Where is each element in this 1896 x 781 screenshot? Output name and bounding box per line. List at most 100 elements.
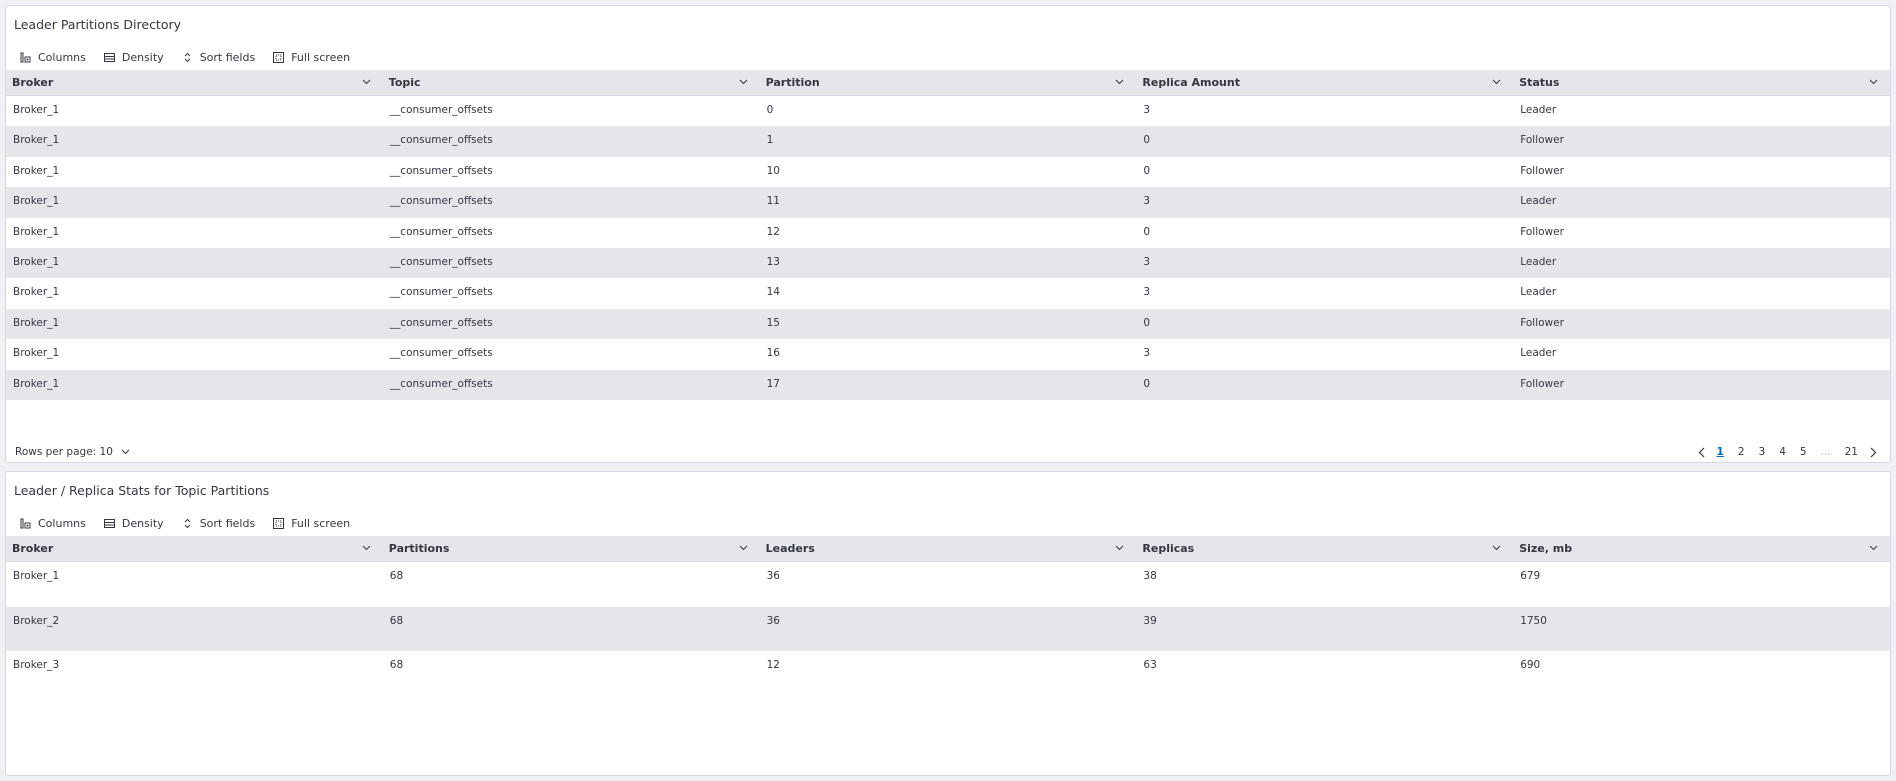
column-header-size[interactable]: Size, mb: [1513, 536, 1890, 562]
sort-fields-label: Sort fields: [199, 516, 256, 530]
full-screen-button[interactable]: Full screen: [273, 51, 350, 64]
cell-status: Follower: [1520, 164, 1564, 177]
cell-broker: Broker_1: [13, 164, 60, 177]
column-header-leaders[interactable]: Leaders: [760, 536, 1137, 562]
cell-size: 1750: [1520, 614, 1547, 627]
cell-status: Leader: [1520, 104, 1557, 116]
cell-topic: __consumer_offsets: [389, 225, 493, 238]
partitions-table: Broker Topic Partition Replica Amount St…: [6, 70, 1890, 400]
columns-button[interactable]: Columns: [20, 517, 86, 530]
table-row[interactable]: Broker_1 __consumer_offsets 0 3 Leader: [6, 96, 1890, 126]
table-header: Broker Topic Partition Replica Amount St…: [6, 70, 1890, 96]
density-button[interactable]: Density: [103, 50, 164, 64]
page-button-2[interactable]: 2: [1738, 446, 1745, 458]
table-row[interactable]: Broker_1 __consumer_offsets 14 3 Leader: [6, 278, 1890, 308]
table-row[interactable]: Broker_1 __consumer_offsets 17 0 Follower: [6, 369, 1890, 400]
column-header-partitions[interactable]: Partitions: [383, 536, 760, 562]
density-label: Density: [121, 50, 164, 64]
cell-status: Leader: [1520, 255, 1557, 268]
prev-page-button[interactable]: [1698, 447, 1705, 458]
cell-broker: Broker_1: [13, 316, 60, 329]
cell-partition: 12: [766, 225, 780, 238]
column-header-status[interactable]: Status: [1513, 70, 1890, 96]
column-header-partition[interactable]: Partition: [760, 70, 1137, 96]
cell-status: Follower: [1520, 377, 1564, 390]
table-row[interactable]: Broker_1 __consumer_offsets 1 0 Follower: [6, 126, 1890, 157]
full-screen-label: Full screen: [291, 50, 351, 64]
table-row[interactable]: Broker_1 __consumer_offsets 10 0 Follower: [6, 157, 1890, 187]
next-page-button[interactable]: [1870, 447, 1877, 458]
chevron-down-icon[interactable]: [1115, 545, 1124, 551]
cell-replica-amount: 0: [1143, 225, 1151, 238]
table-row[interactable]: Broker_1 __consumer_offsets 15 0 Follower: [6, 308, 1890, 340]
cell-topic: __consumer_offsets: [389, 377, 493, 390]
replica-stats-table: Broker Partitions Leaders Replicas Size,…: [6, 536, 1890, 696]
cell-broker: Broker_2: [13, 614, 60, 627]
chevron-down-icon[interactable]: [739, 79, 748, 85]
full-screen-button[interactable]: Full screen: [273, 517, 350, 530]
cell-leaders: 36: [766, 570, 780, 582]
panel-title: Leader / Replica Stats for Topic Partiti…: [14, 483, 270, 498]
sort-fields-button[interactable]: Sort fields: [182, 516, 256, 530]
cell-status: Leader: [1520, 195, 1557, 208]
pagination: 1 2 3 4 5 ... 21: [1693, 443, 1882, 461]
cell-replica-amount: 0: [1143, 377, 1151, 390]
cell-partition: 10: [766, 164, 780, 177]
rows-per-page-label: Rows per page: 10: [15, 446, 113, 458]
chevron-down-icon[interactable]: [1115, 79, 1124, 85]
rows-per-page-select[interactable]: Rows per page: 10: [15, 446, 130, 458]
cell-partition: 15: [766, 316, 780, 329]
cell-broker: Broker_1: [13, 255, 60, 268]
cell-broker: Broker_3: [13, 659, 60, 671]
column-header-broker[interactable]: Broker: [6, 536, 383, 562]
page-button-3[interactable]: 3: [1759, 446, 1766, 458]
table-row[interactable]: Broker_3 68 12 63 690: [6, 651, 1890, 696]
page-button-5[interactable]: 5: [1800, 446, 1807, 458]
sort-fields-label: Sort fields: [199, 50, 256, 64]
cell-topic: __consumer_offsets: [389, 164, 493, 177]
chevron-down-icon[interactable]: [1492, 79, 1501, 85]
cell-replica-amount: 3: [1143, 195, 1151, 208]
replica-stats-panel: Leader / Replica Stats for Topic Partiti…: [5, 471, 1891, 776]
cell-topic: __consumer_offsets: [389, 347, 493, 360]
column-header-topic[interactable]: Topic: [383, 70, 760, 96]
cell-size: 679: [1520, 570, 1541, 582]
cell-broker: Broker_1: [13, 104, 60, 116]
cell-partitions: 68: [389, 659, 404, 671]
chevron-left-icon: [1698, 447, 1704, 457]
chevron-down-icon[interactable]: [1869, 79, 1878, 85]
cell-topic: __consumer_offsets: [389, 134, 493, 147]
page-button-1[interactable]: 1: [1717, 446, 1724, 458]
cell-partition: 1: [766, 134, 774, 147]
page-button-21[interactable]: 21: [1845, 446, 1858, 458]
cell-topic: __consumer_offsets: [389, 255, 493, 268]
density-icon: [103, 52, 115, 62]
cell-partitions: 68: [389, 614, 404, 627]
table-row[interactable]: Broker_1 __consumer_offsets 13 3 Leader: [6, 247, 1890, 279]
sort-fields-button[interactable]: Sort fields: [182, 50, 256, 64]
chevron-down-icon[interactable]: [362, 79, 371, 85]
column-header-replica-amount[interactable]: Replica Amount: [1136, 70, 1513, 96]
cell-topic: __consumer_offsets: [389, 104, 493, 116]
cell-status: Leader: [1520, 347, 1557, 360]
table-row[interactable]: Broker_1 __consumer_offsets 16 3 Leader: [6, 339, 1890, 369]
page-button-4[interactable]: 4: [1779, 446, 1786, 458]
chevron-down-icon[interactable]: [739, 545, 748, 551]
cell-status: Follower: [1520, 316, 1564, 329]
table-row[interactable]: Broker_2 68 36 39 1750: [6, 606, 1890, 651]
cell-replica-amount: 0: [1143, 134, 1151, 147]
density-button[interactable]: Density: [103, 516, 164, 530]
chevron-down-icon[interactable]: [362, 545, 371, 551]
table-row[interactable]: Broker_1 68 36 38 679: [6, 562, 1890, 607]
cell-partition: 17: [766, 377, 780, 390]
fullscreen-icon: [273, 517, 285, 529]
table-row[interactable]: Broker_1 __consumer_offsets 12 0 Follower: [6, 218, 1890, 248]
columns-button[interactable]: Columns: [20, 51, 86, 64]
chevron-down-icon[interactable]: [1869, 545, 1878, 551]
columns-icon: [20, 518, 31, 528]
chevron-down-icon[interactable]: [1492, 545, 1501, 551]
table-row[interactable]: Broker_1 __consumer_offsets 11 3 Leader: [6, 187, 1890, 218]
column-header-broker[interactable]: Broker: [6, 70, 383, 96]
column-header-replicas[interactable]: Replicas: [1136, 536, 1513, 562]
density-label: Density: [121, 516, 164, 530]
